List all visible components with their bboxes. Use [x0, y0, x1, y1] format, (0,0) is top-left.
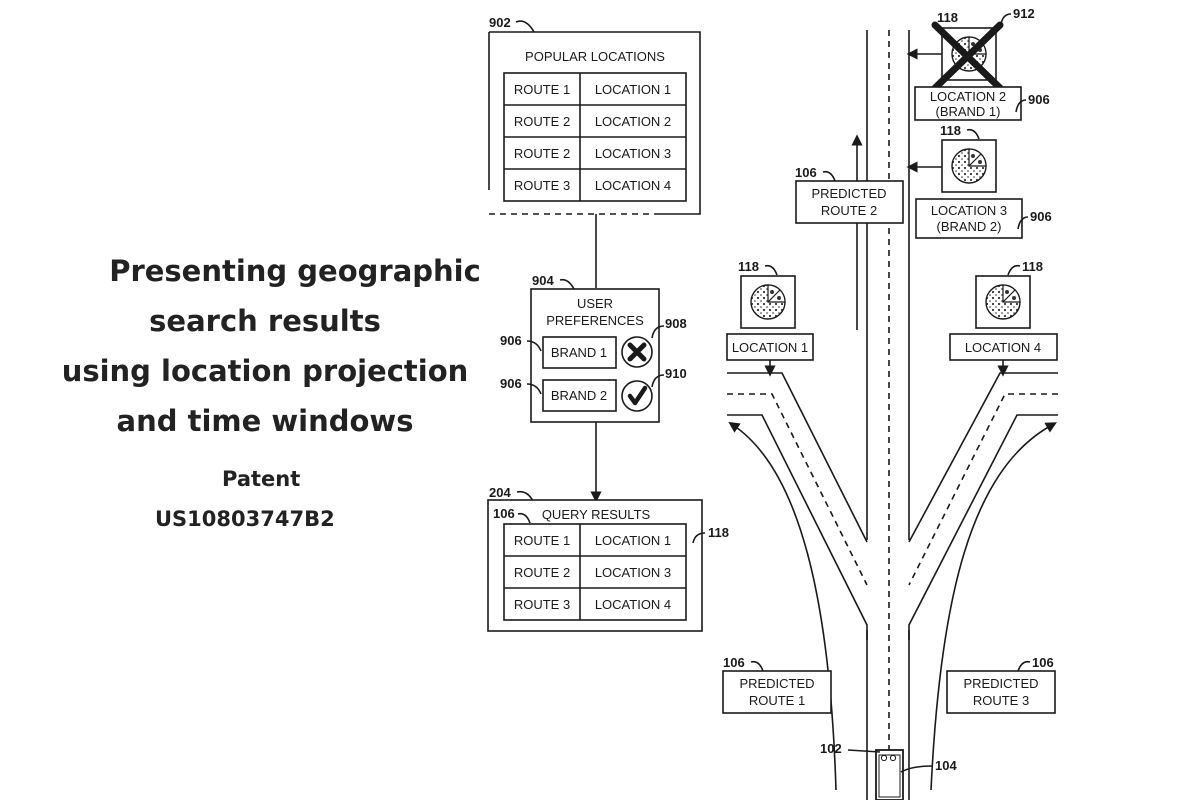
svg-text:118: 118: [940, 123, 961, 138]
svg-text:(BRAND 2): (BRAND 2): [936, 219, 1001, 234]
user-preferences-heading-1: USER: [577, 296, 613, 311]
location-4-marker: 118 LOCATION 4: [949, 259, 1058, 377]
svg-text:LOCATION 4: LOCATION 4: [595, 597, 671, 612]
predicted-route-3: 106 PREDICTED ROUTE 3: [946, 655, 1056, 714]
brand-2-label: BRAND 2: [551, 388, 607, 403]
brand-1-label: BRAND 1: [551, 345, 607, 360]
ref-204: 204: [489, 485, 511, 500]
svg-text:ROUTE 3: ROUTE 3: [514, 178, 570, 193]
svg-text:118: 118: [937, 10, 958, 25]
pizza-icon: [985, 284, 1021, 320]
location-2-marker: 118 912 LOCATION 2 (BRAND 1) 906: [906, 6, 1050, 121]
ref-902: 902: [489, 15, 511, 30]
svg-text:ROUTE 2: ROUTE 2: [514, 565, 570, 580]
user-preferences-panel: 904 USER PREFERENCES 906 BRAND 1 908 906…: [500, 273, 687, 423]
svg-text:106: 106: [1032, 655, 1054, 670]
ref-104: 104: [935, 758, 957, 773]
pizza-icon: [951, 148, 987, 184]
svg-text:906: 906: [1030, 209, 1052, 224]
svg-text:LOCATION 2: LOCATION 2: [930, 89, 1006, 104]
svg-text:ROUTE 1: ROUTE 1: [749, 693, 805, 708]
ref-908: 908: [665, 316, 687, 331]
svg-text:LOCATION 1: LOCATION 1: [595, 82, 671, 97]
svg-text:106: 106: [795, 165, 817, 180]
ref-904: 904: [532, 273, 554, 288]
predicted-route-2: 106 PREDICTED ROUTE 2: [795, 165, 904, 224]
svg-text:PREDICTED: PREDICTED: [739, 676, 814, 691]
check-circle-icon: [621, 380, 653, 412]
location-1-marker: 118 LOCATION 1: [726, 259, 814, 377]
svg-text:LOCATION 2: LOCATION 2: [595, 114, 671, 129]
svg-text:PREDICTED: PREDICTED: [811, 186, 886, 201]
svg-text:ROUTE 2: ROUTE 2: [514, 114, 570, 129]
ref-910: 910: [665, 366, 687, 381]
svg-text:(BRAND 1): (BRAND 1): [935, 104, 1000, 119]
svg-text:ROUTE 3: ROUTE 3: [973, 693, 1029, 708]
vehicle-icon: 102 104: [820, 741, 957, 800]
popular-locations-panel: 902 POPULAR LOCATIONS ROUTE 1 LOCATION 1…: [488, 15, 701, 215]
svg-text:LOCATION 3: LOCATION 3: [595, 146, 671, 161]
svg-text:906: 906: [1028, 92, 1050, 107]
svg-text:ROUTE 2: ROUTE 2: [514, 146, 570, 161]
query-results-heading: QUERY RESULTS: [542, 507, 651, 522]
svg-text:LOCATION 4: LOCATION 4: [595, 178, 671, 193]
svg-text:LOCATION 4: LOCATION 4: [965, 340, 1041, 355]
x-circle-icon: [621, 336, 653, 368]
ref-106: 106: [493, 506, 515, 521]
ref-102: 102: [820, 741, 842, 756]
ref-906: 906: [500, 333, 522, 348]
svg-text:ROUTE 3: ROUTE 3: [514, 597, 570, 612]
popular-locations-heading: POPULAR LOCATIONS: [525, 49, 665, 64]
svg-text:106: 106: [723, 655, 745, 670]
svg-text:118: 118: [1022, 259, 1043, 274]
patent-figure: 902 POPULAR LOCATIONS ROUTE 1 LOCATION 1…: [487, 6, 1058, 800]
location-3-marker: 118 LOCATION 3 (BRAND 2) 906: [906, 123, 1052, 239]
svg-text:LOCATION 3: LOCATION 3: [931, 203, 1007, 218]
svg-text:912: 912: [1013, 6, 1035, 21]
ref-118: 118: [708, 525, 729, 540]
predicted-route-1: 106 PREDICTED ROUTE 1: [722, 655, 832, 714]
svg-text:LOCATION 1: LOCATION 1: [732, 340, 808, 355]
user-preferences-heading-2: PREFERENCES: [546, 313, 644, 328]
svg-text:PREDICTED: PREDICTED: [963, 676, 1038, 691]
query-results-panel: 204 106 QUERY RESULTS 118 ROUTE 1 LOCATI…: [487, 485, 729, 632]
svg-text:ROUTE 1: ROUTE 1: [514, 82, 570, 97]
svg-text:LOCATION 3: LOCATION 3: [595, 565, 671, 580]
ref-906: 906: [500, 376, 522, 391]
pizza-icon: [750, 284, 786, 320]
svg-text:LOCATION 1: LOCATION 1: [595, 533, 671, 548]
svg-text:118: 118: [738, 259, 759, 274]
svg-text:ROUTE 1: ROUTE 1: [514, 533, 570, 548]
svg-text:ROUTE 2: ROUTE 2: [821, 203, 877, 218]
